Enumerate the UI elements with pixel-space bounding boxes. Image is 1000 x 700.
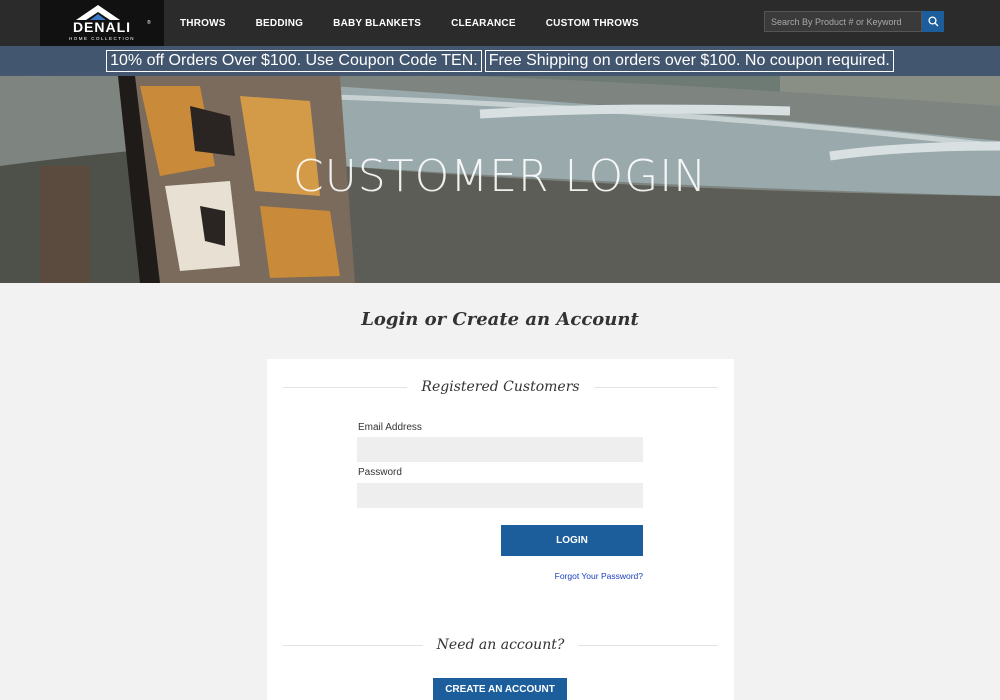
promo-bar: 10% off Orders Over $100. Use Coupon Cod… (0, 46, 1000, 76)
registered-customers-title: Registered Customers (421, 379, 580, 395)
login-button[interactable]: LOGIN (501, 525, 643, 556)
search-icon (927, 16, 938, 27)
page-heading: Login or Create an Account (361, 309, 639, 330)
search-button[interactable] (922, 11, 944, 32)
hero-banner: CUSTOMER LOGIN (0, 46, 1000, 283)
main-nav: THROWS BEDDING BABY BLANKETS CLEARANCE C… (164, 0, 653, 46)
nav-bedding[interactable]: BEDDING (256, 18, 304, 29)
svg-text:®: ® (147, 19, 151, 26)
nav-clearance[interactable]: CLEARANCE (451, 18, 516, 29)
logo-graphic: DENALI HOME COLLECTION ® (69, 5, 151, 41)
divider-right (578, 644, 719, 646)
need-account-title: Need an account? (436, 637, 565, 653)
nav-custom-throws[interactable]: CUSTOM THROWS (546, 18, 639, 29)
divider-left (283, 386, 408, 388)
search-bar (764, 11, 944, 32)
need-account-heading: Need an account? (283, 637, 719, 653)
site-header: DENALI HOME COLLECTION ® THROWS BEDDING … (0, 0, 1000, 46)
password-label: Password (358, 467, 402, 478)
denali-logo[interactable]: DENALI HOME COLLECTION ® (40, 0, 164, 46)
logo-subtext: HOME COLLECTION (69, 36, 135, 41)
login-card: Registered Customers Email Address Passw… (267, 359, 734, 700)
email-field[interactable] (357, 437, 643, 462)
email-label: Email Address (358, 422, 422, 433)
password-field[interactable] (357, 483, 643, 508)
promo-shipping: Free Shipping on orders over $100. No co… (484, 50, 894, 72)
logo-text: DENALI (73, 19, 131, 35)
forgot-password-link[interactable]: Forgot Your Password? (550, 571, 643, 581)
nav-baby-blankets[interactable]: BABY BLANKETS (333, 18, 421, 29)
nav-throws[interactable]: THROWS (180, 18, 226, 29)
divider-right (593, 386, 718, 388)
search-input[interactable] (764, 11, 922, 32)
hero-title: CUSTOMER LOGIN (292, 151, 708, 202)
registered-customers-heading: Registered Customers (283, 379, 718, 395)
promo-coupon: 10% off Orders Over $100. Use Coupon Cod… (106, 50, 482, 72)
divider-left (283, 644, 423, 646)
create-account-button[interactable]: CREATE AN ACCOUNT (433, 678, 567, 700)
